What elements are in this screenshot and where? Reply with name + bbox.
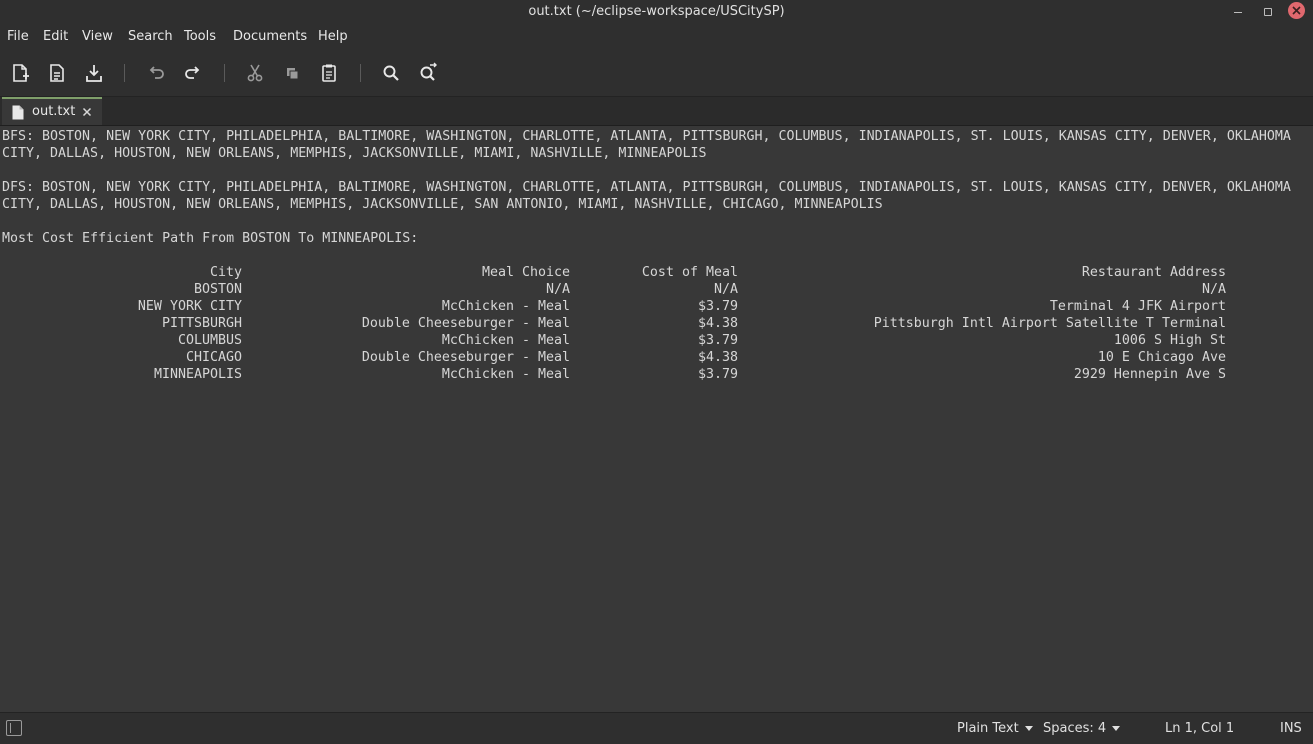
toolbar-separator	[224, 64, 225, 82]
status-bar: Plain Text Spaces: 4 Ln 1, Col 1 INS	[0, 712, 1313, 744]
menu-search[interactable]: Search	[128, 24, 173, 50]
table-cell-city: COLUMBUS	[177, 333, 242, 348]
maximize-button[interactable]	[1259, 4, 1275, 20]
side-panel-toggle-icon[interactable]	[6, 720, 22, 736]
tab-bar: out.txt	[0, 97, 1313, 126]
table-cell-city: PITTSBURGH	[161, 316, 242, 331]
find-icon	[383, 65, 399, 81]
table-cell-city: MINNEAPOLIS	[153, 367, 242, 382]
minimize-button[interactable]	[1230, 4, 1246, 20]
open-document-button[interactable]	[46, 62, 68, 84]
table-cell-cost: $3.79	[697, 367, 738, 382]
insert-mode: INS	[1280, 721, 1302, 736]
table-cell-address: Terminal 4 JFK Airport	[1049, 299, 1226, 314]
table-cell-city: NEW YORK CITY	[137, 299, 242, 314]
menu-help[interactable]: Help	[318, 24, 348, 50]
redo-icon	[185, 66, 200, 79]
paste-icon	[322, 64, 336, 82]
table-header-city: City	[209, 265, 242, 280]
table-cell-meal: Double Cheeseburger - Meal	[361, 350, 570, 365]
menu-file[interactable]: File	[7, 24, 29, 50]
new-document-button[interactable]	[9, 62, 31, 84]
undo-button[interactable]	[145, 62, 167, 84]
table-cell-meal: Double Cheeseburger - Meal	[361, 316, 570, 331]
table-cell-address: 10 E Chicago Ave	[1097, 350, 1226, 365]
table-cell-meal: McChicken - Meal	[441, 367, 570, 382]
table-cell-cost: $4.38	[697, 316, 738, 331]
toolbar-separator	[124, 64, 125, 82]
syntax-label: Plain Text	[957, 721, 1019, 736]
new-document-icon	[13, 64, 29, 82]
menu-edit[interactable]: Edit	[43, 24, 68, 50]
table-header-cost: Cost of Meal	[641, 265, 738, 280]
table-header-meal: Meal Choice	[481, 265, 570, 280]
find-button[interactable]	[380, 62, 402, 84]
menu-tools[interactable]: Tools	[184, 24, 216, 50]
copy-icon	[287, 68, 299, 80]
table-cell-cost: $3.79	[697, 299, 738, 314]
redo-button[interactable]	[182, 62, 204, 84]
title-bar: out.txt (~/eclipse-workspace/USCitySP)	[0, 0, 1313, 24]
menu-view[interactable]: View	[82, 24, 113, 50]
cut-icon	[247, 64, 263, 82]
open-document-icon	[50, 64, 64, 82]
table-cell-meal: McChicken - Meal	[441, 333, 570, 348]
chevron-down-icon	[1112, 726, 1121, 731]
table-cell-cost: N/A	[713, 282, 738, 297]
dfs-line-2: CITY, DALLAS, HOUSTON, NEW ORLEANS, MEMP…	[2, 197, 883, 212]
close-window-button[interactable]	[1288, 2, 1305, 19]
find-replace-icon	[420, 62, 437, 81]
save-document-icon	[86, 65, 102, 82]
indent-label: Spaces: 4	[1043, 721, 1107, 736]
table-cell-cost: $4.38	[697, 350, 738, 365]
table-cell-city: BOSTON	[193, 282, 242, 297]
table-cell-address: Pittsburgh Intl Airport Satellite T Term…	[873, 316, 1226, 331]
find-replace-button[interactable]	[417, 62, 439, 84]
save-document-button[interactable]	[83, 62, 105, 84]
cut-button[interactable]	[244, 62, 266, 84]
table-cell-cost: $3.79	[697, 333, 738, 348]
cursor-position[interactable]: Ln 1, Col 1	[1165, 713, 1234, 744]
close-icon	[1292, 6, 1301, 15]
tab-label: out.txt	[32, 104, 76, 119]
indent-selector[interactable]: Spaces: 4	[1043, 713, 1121, 744]
table-cell-address: N/A	[1201, 282, 1226, 297]
tab-close-icon[interactable]	[80, 105, 94, 119]
bfs-line-1: BFS: BOSTON, NEW YORK CITY, PHILADELPHIA…	[2, 129, 1291, 144]
undo-icon	[149, 66, 164, 79]
menu-documents[interactable]: Documents	[233, 24, 307, 50]
path-heading: Most Cost Efficient Path From BOSTON To …	[2, 231, 419, 246]
table-cell-meal: N/A	[545, 282, 570, 297]
syntax-selector[interactable]: Plain Text	[957, 713, 1033, 744]
text-editor[interactable]: BFS: BOSTON, NEW YORK CITY, PHILADELPHIA…	[0, 128, 1313, 711]
table-cell-address: 2929 Hennepin Ave S	[1073, 367, 1226, 382]
dfs-line-1: DFS: BOSTON, NEW YORK CITY, PHILADELPHIA…	[2, 180, 1291, 195]
window-title: out.txt (~/eclipse-workspace/USCitySP)	[528, 4, 785, 19]
tab-out-txt[interactable]: out.txt	[2, 97, 102, 125]
table-cell-address: 1006 S High St	[1113, 333, 1226, 348]
copy-button[interactable]	[281, 62, 303, 84]
bfs-line-2: CITY, DALLAS, HOUSTON, NEW ORLEANS, MEMP…	[2, 146, 707, 161]
table-cell-city: CHICAGO	[185, 350, 242, 365]
menu-bar: File Edit View Search Tools Documents He…	[0, 24, 1313, 50]
chevron-down-icon	[1024, 726, 1033, 731]
table-header-address: Restaurant Address	[1081, 265, 1226, 280]
toolbar	[0, 50, 1313, 97]
toolbar-separator	[360, 64, 361, 82]
text-file-icon	[12, 105, 24, 120]
paste-button[interactable]	[318, 62, 340, 84]
table-cell-meal: McChicken - Meal	[441, 299, 570, 314]
